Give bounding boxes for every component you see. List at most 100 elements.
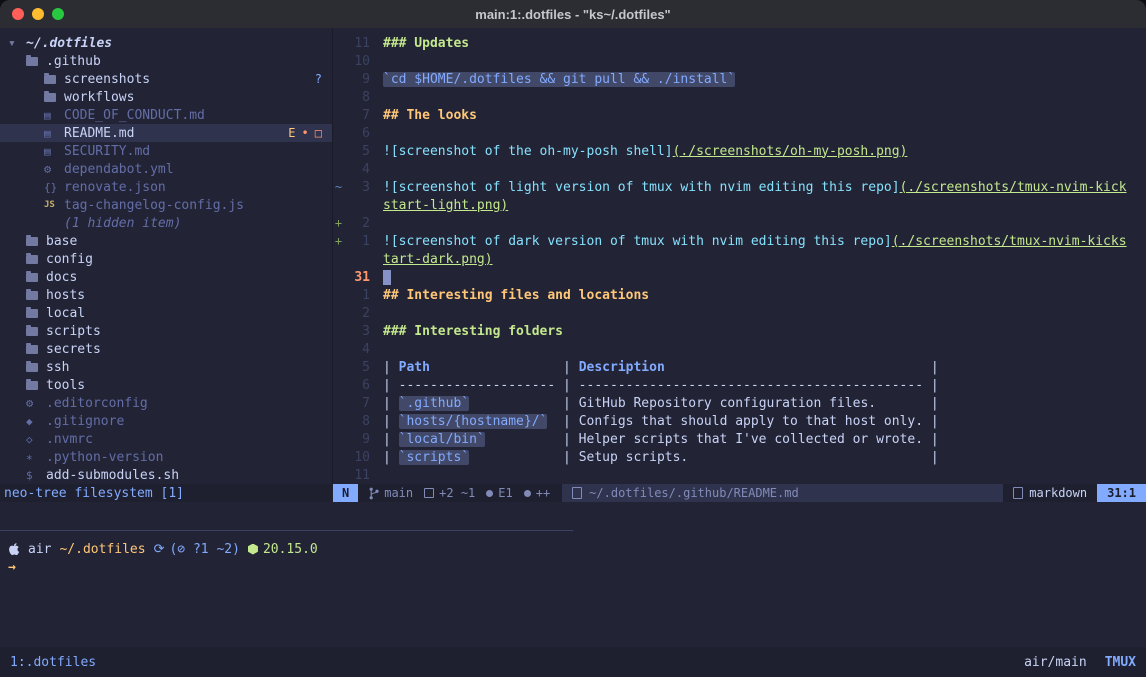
error-badge: E [288,126,295,140]
line-content: start-light.png) [383,198,508,213]
line-content: tart-dark.png) [383,252,493,267]
line-number: 2 [344,216,370,231]
line-content: | Path | Description | [383,360,939,375]
editor-line[interactable]: 10| `scripts` | Setup scripts. | [333,448,1146,466]
tree-item-dotfiles[interactable]: ▾~/.dotfiles [0,34,332,52]
python-icon: ∗ [26,451,44,464]
tree-item-editorconfig[interactable]: ⚙.editorconfig [0,394,332,412]
folder-shape [26,345,38,354]
editor-line[interactable]: ~3![screenshot of light version of tmux … [333,178,1146,196]
tmux-window-item[interactable]: 1:.dotfiles [10,655,96,670]
tree-item-security-md[interactable]: ▤SECURITY.md [0,142,332,160]
tree-item-config[interactable]: config [0,250,332,268]
editor-line[interactable]: 5| Path | Description | [333,358,1146,376]
editor-line[interactable]: 4 [333,340,1146,358]
tree-item-renovate-json[interactable]: {}renovate.json [0,178,332,196]
tree-item-screenshots[interactable]: screenshots? [0,70,332,88]
tree-item-dependabot-yml[interactable]: ⚙dependabot.yml [0,160,332,178]
folder-icon [26,255,44,264]
text-segment: | [923,414,939,429]
folder-shape [26,363,38,372]
editor-line[interactable]: tart-dark.png) [333,250,1146,268]
line-number: 1 [344,288,370,303]
tree-item-github[interactable]: .github [0,52,332,70]
line-number: 3 [344,180,370,195]
tree-item-tag-changelog-config-js[interactable]: JStag-changelog-config.js [0,196,332,214]
editor-line[interactable]: 10 [333,52,1146,70]
editor-line[interactable]: 3### Interesting folders [333,322,1146,340]
editor-line[interactable]: 2 [333,304,1146,322]
editor-line[interactable]: 6 [333,124,1146,142]
line-content: ## Interesting files and locations [383,288,649,303]
line-number: 31 [344,270,370,285]
diff-counts: +2 ~1 [439,486,475,500]
git-diff-segment: +2 ~1 [424,486,475,500]
tree-item-scripts[interactable]: scripts [0,322,332,340]
tree-item-python-version[interactable]: ∗.python-version [0,448,332,466]
folder-shape [26,273,38,282]
folder-shape [26,309,38,318]
diagnostics-count: E1 [498,486,512,500]
line-number: 9 [344,72,370,87]
editor-line[interactable]: +1![screenshot of dark version of tmux w… [333,232,1146,250]
editor-line[interactable]: 31 [333,268,1146,286]
shell-input-line[interactable]: → [0,558,1146,576]
shell-pane[interactable]: air ~/.dotfiles ⟳ (⊘ ?1 ~2) 20.15.0 → [0,531,1146,576]
line-content: ## The looks [383,108,477,123]
editor-line[interactable]: 9`cd $HOME/.dotfiles && git pull && ./in… [333,70,1146,88]
tree-item-workflows[interactable]: workflows [0,88,332,106]
tree-item-base[interactable]: base [0,232,332,250]
terminal-window: main:1:.dotfiles - "ks~/.dotfiles" ▾~/.d… [0,0,1146,677]
editor-line[interactable]: 8 [333,88,1146,106]
text-segment: Helper scripts that I've collected or wr… [579,432,923,447]
prompt-user: air [28,542,51,557]
javascript-icon: JS [44,200,62,210]
tree-item-tools[interactable]: tools [0,376,332,394]
editor-line[interactable]: 7| `.github` | GitHub Repository configu… [333,394,1146,412]
text-segment: | [383,432,399,447]
tree-item-label: docs [46,270,77,285]
text-segment: ![screenshot of light version of tmux wi… [383,180,900,195]
tree-item-secrets[interactable]: secrets [0,340,332,358]
editor-line[interactable]: 5![screenshot of the oh-my-posh shell](.… [333,142,1146,160]
editor-line[interactable]: 7## The looks [333,106,1146,124]
tree-item-readme-md[interactable]: ▤README.mdE•□ [0,124,332,142]
minimize-button[interactable] [32,8,44,20]
line-number: 5 [344,144,370,159]
editor-line[interactable]: 11 [333,466,1146,484]
tree-item-docs[interactable]: docs [0,268,332,286]
editor-line[interactable]: 8| `hosts/{hostname}/` | Configs that sh… [333,412,1146,430]
text-segment: Configs that should apply to that host o… [579,414,923,429]
untracked-badge: ? [315,72,322,86]
editor-line[interactable]: 1 ## Interesting files and locations [333,286,1146,304]
tree-item-add-submodules-sh[interactable]: $add-submodules.sh [0,466,332,484]
folder-shape [26,381,38,390]
tree-item-1-hidden-item[interactable]: (1 hidden item) [0,214,332,232]
text-segment: `scripts` [399,450,469,465]
editor-line[interactable]: +2 [333,214,1146,232]
zoom-button[interactable] [52,8,64,20]
editor-line[interactable]: 4 [333,160,1146,178]
tree-item-label: local [46,306,85,321]
text-segment: ![screenshot of the oh-my-posh shell] [383,144,673,159]
tree-item-gitignore[interactable]: ◆.gitignore [0,412,332,430]
gitsign-add-icon: + [333,234,344,248]
editor-line[interactable]: 11### Updates [333,34,1146,52]
statusline: N main +2 ~1 E1 ++ [333,484,1146,502]
file-path: ~/.dotfiles/.github/README.md [589,486,799,500]
editor-line[interactable]: start-light.png) [333,196,1146,214]
editor-line[interactable]: 6| -------------------- | --------------… [333,376,1146,394]
tree-item-label: add-submodules.sh [46,468,179,483]
text-segment: ![screenshot of dark version of tmux wit… [383,234,892,249]
tree-item-code-of-conduct-md[interactable]: ▤CODE_OF_CONDUCT.md [0,106,332,124]
editor-buffer[interactable]: 11### Updates109`cd $HOME/.dotfiles && g… [333,28,1146,484]
folder-icon [26,309,44,318]
tree-item-ssh[interactable]: ssh [0,358,332,376]
tree-item-local[interactable]: local [0,304,332,322]
editor-line[interactable]: 9| `local/bin` | Helper scripts that I'v… [333,430,1146,448]
tree-item-label: ssh [46,360,69,375]
close-button[interactable] [12,8,24,20]
tree-item-nvmrc[interactable]: ◇.nvmrc [0,430,332,448]
extra-text: ++ [536,486,550,500]
tree-item-hosts[interactable]: hosts [0,286,332,304]
